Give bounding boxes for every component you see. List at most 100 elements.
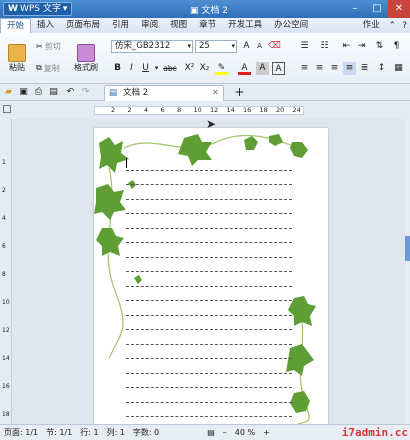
- writing-line: [126, 330, 292, 345]
- chevron-up-icon[interactable]: ⌃: [386, 21, 400, 31]
- document-canvas: ➤: [12, 119, 405, 424]
- char-shading-icon[interactable]: A: [256, 62, 269, 75]
- tab-home[interactable]: 开始: [0, 17, 32, 34]
- status-words[interactable]: 字数: 0: [129, 427, 163, 438]
- writing-line: [126, 374, 292, 388]
- tab-sections[interactable]: 章节: [193, 18, 222, 33]
- shrink-font-icon[interactable]: A: [253, 40, 266, 53]
- ruler-tick-label: 8: [177, 106, 182, 114]
- ruler-tick-label: 2: [2, 187, 6, 194]
- show-marks-icon[interactable]: ¶: [390, 40, 403, 53]
- document-page[interactable]: [94, 128, 328, 424]
- align-right-icon[interactable]: ≡: [328, 62, 341, 75]
- superscript-icon[interactable]: X²: [183, 62, 196, 75]
- zoom-out-icon[interactable]: –: [219, 428, 231, 437]
- borders-icon[interactable]: ▦: [392, 62, 405, 75]
- app-menu-button[interactable]: W WPS 文字 ▾: [3, 2, 73, 16]
- new-tab-icon[interactable]: +: [233, 86, 246, 99]
- writing-line: [126, 388, 292, 403]
- align-center-icon[interactable]: ≡: [313, 62, 326, 75]
- ribbon: 粘贴 ✂ 剪切 ⧉ 复制 格式刷 仿宋_GB2312 ▾ 25 ▾ A A ⌫ B I …: [0, 33, 410, 84]
- text-cursor: [126, 158, 127, 168]
- writing-line: [126, 345, 292, 359]
- outdent-icon[interactable]: ⇤: [340, 40, 353, 53]
- tab-document-2[interactable]: ▤ 文档 2 ✕: [104, 85, 224, 101]
- status-col: 列: 1: [106, 428, 125, 437]
- zoom-level[interactable]: 40 %: [231, 428, 259, 437]
- undo-icon[interactable]: ↶: [64, 86, 77, 99]
- numbering-icon[interactable]: ☷: [318, 40, 331, 53]
- font-name-select[interactable]: 仿宋_GB2312 ▾: [111, 40, 193, 53]
- open-icon[interactable]: ▰: [2, 86, 15, 99]
- ruler-tick-label: 18: [259, 106, 268, 114]
- tab-insert[interactable]: 插入: [31, 18, 60, 33]
- vertical-scrollbar[interactable]: [405, 101, 410, 424]
- ruler-tick-label: 16: [243, 106, 252, 114]
- vertical-ruler[interactable]: 1 2 4 6 8 10 12 14 16 18: [0, 119, 12, 424]
- copy-button[interactable]: ⧉ 复制: [36, 62, 60, 74]
- ruler-tick-label: 2: [111, 106, 116, 114]
- save-icon[interactable]: ▣: [17, 86, 30, 99]
- ruler-tick-label: 24: [292, 106, 301, 114]
- format-painter-button[interactable]: 格式刷: [72, 37, 100, 79]
- close-button[interactable]: ✕: [388, 0, 410, 18]
- tab-page-layout[interactable]: 页面布局: [60, 18, 106, 33]
- line-spacing-icon[interactable]: ↕: [375, 62, 388, 75]
- status-section: 节: 1/1: [46, 428, 73, 437]
- justify-icon[interactable]: ≡: [343, 62, 356, 75]
- distributed-icon[interactable]: ≣: [358, 62, 371, 75]
- grow-font-icon[interactable]: A: [240, 40, 253, 53]
- italic-button[interactable]: I: [125, 62, 138, 75]
- ruler-tick-label: 14: [2, 355, 10, 362]
- tab-view[interactable]: 视图: [164, 18, 193, 33]
- tab-review[interactable]: 审阅: [135, 18, 164, 33]
- align-left-icon[interactable]: ≡: [298, 62, 311, 75]
- cut-button[interactable]: ✂ 剪切: [36, 40, 61, 52]
- writing-line: [126, 272, 292, 287]
- subscript-icon[interactable]: X₂: [198, 62, 211, 75]
- minimize-button[interactable]: –: [344, 0, 366, 18]
- copy-icon: ⧉: [36, 63, 42, 72]
- tab-homework[interactable]: 作业: [357, 18, 386, 33]
- tab-references[interactable]: 引用: [106, 18, 135, 33]
- preview-icon[interactable]: ▤: [47, 86, 60, 99]
- chevron-down-icon: ▾: [62, 4, 68, 14]
- ruler-tick-label: 10: [193, 106, 202, 114]
- close-tab-icon[interactable]: ✕: [212, 86, 219, 101]
- paste-button[interactable]: 粘贴: [4, 37, 30, 79]
- menu-bar: 开始 插入 页面布局 引用 审阅 视图 章节 开发工具 办公空间 作业 ⌃ ?: [0, 17, 410, 34]
- font-size-select[interactable]: 25 ▾: [195, 40, 237, 53]
- ruler-tick-label: 14: [226, 106, 235, 114]
- tab-office-space[interactable]: 办公空间: [268, 18, 314, 33]
- clear-format-icon[interactable]: ⌫: [268, 40, 281, 53]
- char-border-icon[interactable]: A: [272, 62, 285, 75]
- writing-line: [126, 156, 292, 171]
- writing-line: [126, 243, 292, 258]
- chevron-down-icon: ▾: [187, 42, 191, 50]
- status-page[interactable]: 页面: 1/1: [0, 427, 42, 438]
- bullets-icon[interactable]: ☰: [298, 40, 311, 53]
- scroll-thumb[interactable]: [405, 236, 410, 261]
- print-icon[interactable]: ⎙: [32, 86, 45, 99]
- status-row: 行: 1: [80, 428, 99, 437]
- redo-icon[interactable]: ↷: [79, 86, 92, 99]
- maximize-button[interactable]: □: [366, 0, 388, 18]
- window-title: ▣ 文档 2: [190, 6, 228, 16]
- tab-selector-icon[interactable]: [3, 105, 11, 113]
- strikethrough-button[interactable]: abc: [160, 62, 180, 75]
- help-icon[interactable]: ?: [399, 21, 410, 31]
- zoom-in-icon[interactable]: +: [259, 428, 274, 437]
- horizontal-ruler[interactable]: 2 2 4 6 8 10 12 14 16 18 20 24: [0, 101, 410, 119]
- view-mode-icon[interactable]: ▤: [203, 428, 219, 437]
- tab-developer[interactable]: 开发工具: [222, 18, 268, 33]
- ruler-tick-label: 6: [2, 243, 6, 250]
- highlight-icon[interactable]: ✎: [215, 62, 228, 75]
- bold-button[interactable]: B: [111, 62, 124, 75]
- writing-line: [126, 171, 292, 185]
- font-color-icon[interactable]: A: [238, 62, 251, 75]
- ruler-tick-label: 1: [2, 159, 6, 166]
- indent-icon[interactable]: ⇥: [355, 40, 368, 53]
- sort-icon[interactable]: ⇅: [373, 40, 386, 53]
- writing-line: [126, 258, 292, 272]
- ruler-tick-label: 4: [144, 106, 149, 114]
